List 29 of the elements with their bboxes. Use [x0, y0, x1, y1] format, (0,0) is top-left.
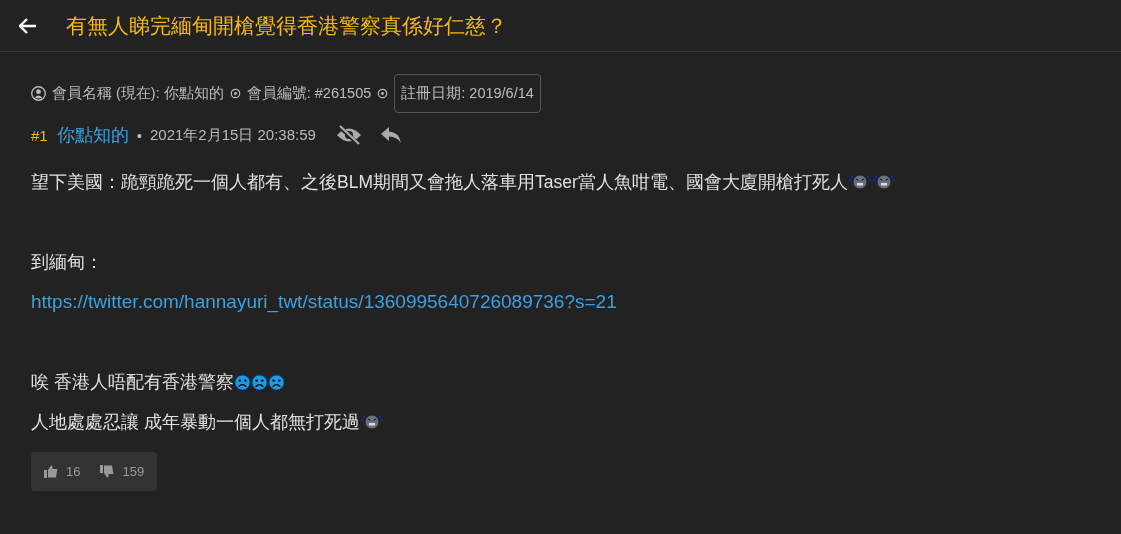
post-time: 2021年2月15日 20:38:59 — [149, 125, 316, 145]
post-text: 人地處處忍讓 成年暴動一個人都無打死過 — [31, 411, 360, 434]
ring-icon — [229, 88, 241, 99]
user-icon — [31, 86, 46, 101]
angry-face-icon — [359, 413, 384, 431]
tweet-link[interactable]: https://twitter.com/hannayuri_twt/status/1360995640726089736?s=21 — [31, 291, 617, 313]
registration-date: 註冊日期: 2019/6/14 — [394, 74, 541, 113]
post-text: 到緬甸： — [31, 251, 103, 274]
thread-title: 有無人睇完緬甸開槍覺得香港警察真係好仁慈？ — [66, 12, 507, 39]
sad-face-icon — [267, 373, 285, 391]
back-arrow-icon[interactable] — [19, 17, 37, 34]
dislike-count: 159 — [122, 464, 145, 479]
thumbs-up-icon[interactable] — [44, 465, 58, 478]
post-text: 望下美國：跪頸跪死一個人都有、之後BLM期間又會拖人落車用Taser當人魚咁電、國會大廈開槍打死人 — [31, 171, 848, 194]
ring-icon — [377, 88, 389, 99]
author-link[interactable]: 你點知的 — [56, 123, 129, 147]
angry-face-icon — [871, 173, 896, 191]
separator-dot: • — [136, 126, 142, 144]
angry-face-icon — [847, 173, 872, 191]
member-name: 會員名稱 (現在): 你點知的 — [52, 84, 224, 103]
post-number: #1 — [31, 126, 48, 144]
post-text: 唉 香港人唔配有香港警察 — [31, 371, 234, 394]
sad-face-icon — [233, 373, 251, 391]
like-count: 16 — [66, 464, 81, 479]
reply-icon[interactable] — [379, 126, 402, 144]
hide-eye-icon[interactable] — [335, 125, 362, 145]
member-number: 會員編號: #261505 — [246, 84, 372, 103]
sad-face-icon — [250, 373, 268, 391]
thumbs-down-icon[interactable] — [100, 465, 115, 478]
